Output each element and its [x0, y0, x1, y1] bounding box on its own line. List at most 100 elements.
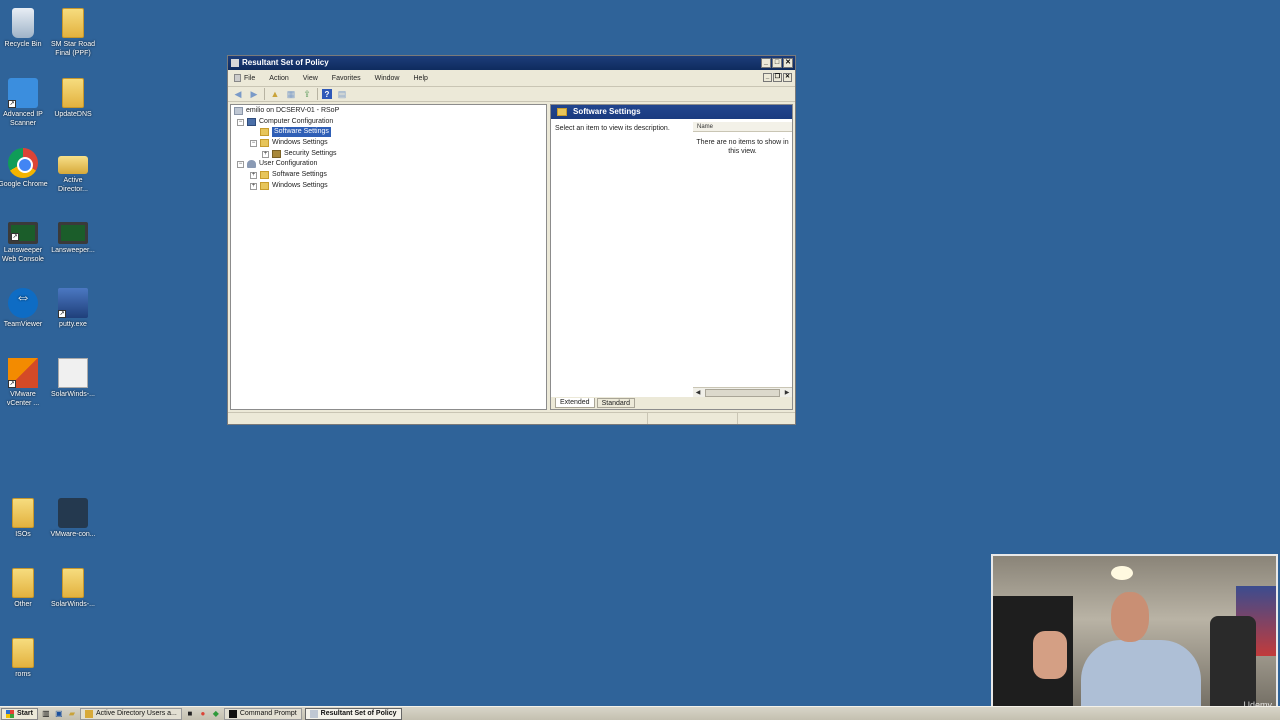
- column-header-name[interactable]: Name: [693, 122, 792, 132]
- menu-window[interactable]: Window: [375, 75, 400, 82]
- folder-icon: [12, 498, 34, 528]
- desktop-icon-putty[interactable]: ↗ putty.exe: [48, 288, 98, 329]
- desktop-icon-solarwinds-2[interactable]: SolarWinds-...: [48, 568, 98, 609]
- horizontal-scrollbar[interactable]: ◀ ▶: [693, 387, 792, 397]
- expand-toggle[interactable]: +: [250, 171, 257, 179]
- mdi-close-button[interactable]: ✕: [783, 73, 792, 82]
- tab-extended[interactable]: Extended: [555, 398, 595, 408]
- desktop-icon-vmware-console[interactable]: VMware-con...: [48, 498, 98, 539]
- mdi-minimize-button[interactable]: _: [763, 73, 772, 82]
- start-button[interactable]: Start: [1, 707, 38, 720]
- maximize-button[interactable]: □: [772, 58, 782, 68]
- putty-icon: ↗: [58, 288, 88, 318]
- tree-node-security-settings[interactable]: + Security Settings: [262, 149, 337, 159]
- folder-icon: [260, 182, 269, 190]
- scroll-left-icon[interactable]: ◀: [693, 388, 703, 398]
- tree-node-user-configuration[interactable]: − User Configuration: [237, 159, 317, 169]
- desktop-icon-roms[interactable]: roms: [0, 638, 48, 679]
- scroll-thumb[interactable]: [705, 388, 780, 397]
- tree-node-cc-windows-settings[interactable]: − Windows Settings: [250, 138, 328, 148]
- menu-favorites[interactable]: Favorites: [332, 75, 361, 82]
- tree-node-label-selected: Software Settings: [272, 127, 331, 137]
- back-arrow-icon[interactable]: ◀: [232, 88, 244, 100]
- explorer-icon[interactable]: ▰: [67, 709, 77, 719]
- desktop-icon-solarwinds-1[interactable]: SolarWinds-...: [48, 358, 98, 399]
- collapse-toggle[interactable]: −: [237, 118, 244, 126]
- tree-node-label: Windows Settings: [272, 139, 328, 146]
- solarwinds-icon: [58, 358, 88, 388]
- properties-icon[interactable]: ▤: [336, 88, 348, 100]
- scroll-right-icon[interactable]: ▶: [782, 388, 792, 398]
- desktop-icon-isos[interactable]: ISOs: [0, 498, 48, 539]
- green-app-icon[interactable]: ◆: [211, 709, 221, 719]
- desktop-icon-active-directory[interactable]: Active Director...: [48, 148, 98, 194]
- up-folder-icon[interactable]: ▲: [269, 88, 281, 100]
- tree-node-label: Windows Settings: [272, 182, 328, 189]
- show-tree-icon[interactable]: ▦: [285, 88, 297, 100]
- tree-node-uc-software-settings[interactable]: + Software Settings: [250, 170, 327, 180]
- expand-toggle[interactable]: +: [262, 150, 269, 158]
- tab-standard[interactable]: Standard: [596, 398, 636, 408]
- mdi-restore-button[interactable]: ❐: [773, 73, 782, 82]
- task-resultant-set-of-policy[interactable]: Resultant Set of Policy: [304, 707, 402, 720]
- desktop-icon-lansweeper-web-console[interactable]: ↗ Lansweeper Web Console: [0, 218, 48, 264]
- tree-node-cc-software-settings[interactable]: Software Settings: [260, 127, 331, 137]
- rsop-icon: [309, 709, 318, 718]
- desktop-icon-lansweeper[interactable]: Lansweeper...: [48, 218, 98, 255]
- window-titlebar[interactable]: Resultant Set of Policy _ □ ✕: [228, 56, 795, 70]
- task-label: Command Prompt: [239, 710, 297, 717]
- desktop-icon-label: SM Star Road Final (PPF): [51, 41, 95, 57]
- folder-icon: [12, 638, 34, 668]
- tree-node-uc-windows-settings[interactable]: + Windows Settings: [250, 181, 328, 191]
- view-tabs: Extended Standard: [551, 397, 792, 409]
- task-active-directory[interactable]: Active Directory Users a...: [79, 707, 182, 720]
- toolbar: ◀ ▶ ▲ ▦ ⇪ ? ▤: [228, 86, 795, 102]
- powershell-icon[interactable]: ▣: [54, 709, 64, 719]
- rsop-window: Resultant Set of Policy _ □ ✕ File Actio…: [227, 55, 796, 425]
- menu-view[interactable]: View: [303, 75, 318, 82]
- close-button[interactable]: ✕: [783, 58, 793, 68]
- vmware-console-icon: [58, 498, 88, 528]
- description-text: Select an item to view its description.: [555, 125, 670, 132]
- desktop-icon-google-chrome[interactable]: Google Chrome: [0, 148, 48, 189]
- desktop-icon-other[interactable]: Other: [0, 568, 48, 609]
- desktop-icon-label: roms: [15, 671, 31, 678]
- menu-help-label: Help: [413, 74, 428, 82]
- tree-node-label: emilio on DCSERV-01 - RSoP: [246, 107, 340, 114]
- menu-action[interactable]: Action: [269, 75, 288, 82]
- desktop-icon-teamviewer[interactable]: TeamViewer: [0, 288, 48, 329]
- user-icon: [247, 160, 256, 168]
- terminal-icon[interactable]: ■: [185, 709, 195, 719]
- desktop-icon-label: Active Director...: [58, 177, 88, 193]
- export-list-icon[interactable]: ⇪: [301, 88, 313, 100]
- tree-node-root[interactable]: emilio on DCSERV-01 - RSoP: [234, 106, 339, 116]
- folder-icon: [62, 568, 84, 598]
- help-icon[interactable]: ?: [322, 89, 332, 99]
- desktop-icon-sm-star-road[interactable]: SM Star Road Final (PPF): [48, 8, 98, 58]
- forward-arrow-icon[interactable]: ▶: [248, 88, 260, 100]
- desktop-icon-vmware-vcenter[interactable]: ↗ VMware vCenter ...: [0, 358, 48, 408]
- expand-toggle[interactable]: +: [250, 182, 257, 190]
- collapse-toggle[interactable]: −: [250, 139, 257, 147]
- desktop-icon-label: VMware vCenter ...: [6, 391, 40, 407]
- task-label: Resultant Set of Policy: [320, 710, 397, 717]
- minimize-button[interactable]: _: [761, 58, 771, 68]
- desktop-icon-recycle-bin[interactable]: Recycle Bin: [0, 8, 48, 49]
- taskbar: Start ▥ ▣ ▰ Active Directory Users a... …: [0, 706, 1280, 720]
- menu-file[interactable]: File: [234, 74, 255, 82]
- task-command-prompt[interactable]: Command Prompt: [223, 707, 302, 720]
- server-manager-icon[interactable]: ▥: [41, 709, 51, 719]
- collapse-toggle[interactable]: −: [237, 160, 244, 168]
- desktop-icon-updatedns[interactable]: UpdateDNS: [48, 78, 98, 119]
- console-tree: emilio on DCSERV-01 - RSoP − Computer Co…: [230, 104, 547, 410]
- desktop-icon-advanced-ip-scanner[interactable]: ↗ Advanced IP Scanner: [0, 78, 48, 128]
- menu-action-label: Action: [269, 74, 289, 82]
- menu-help[interactable]: Help: [414, 75, 428, 82]
- folder-icon: [260, 171, 269, 179]
- chrome-icon[interactable]: ●: [198, 709, 208, 719]
- tree-node-computer-configuration[interactable]: − Computer Configuration: [237, 117, 333, 127]
- computer-icon: [247, 118, 256, 126]
- task-label: Active Directory Users a...: [95, 710, 177, 717]
- security-icon: [272, 150, 281, 158]
- desktop-icon-label: SolarWinds-...: [51, 391, 95, 398]
